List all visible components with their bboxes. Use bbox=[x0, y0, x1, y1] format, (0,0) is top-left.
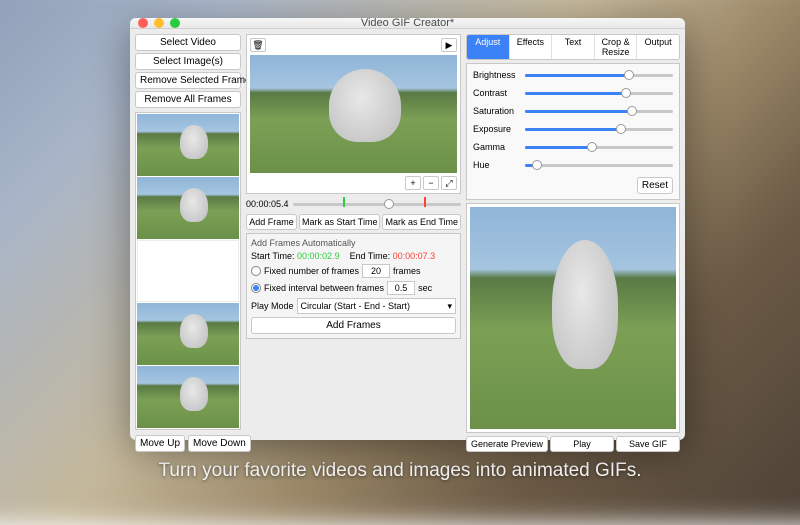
slider-label: Saturation bbox=[473, 106, 521, 116]
start-marker[interactable] bbox=[343, 197, 345, 207]
auto-frames-box: Add Frames Automatically Start Time: 00:… bbox=[246, 233, 461, 339]
titlebar[interactable]: Video GIF Creator* bbox=[130, 18, 685, 29]
frame-thumb[interactable] bbox=[137, 114, 239, 176]
gamma-slider[interactable] bbox=[525, 141, 673, 153]
zoom-in-icon[interactable]: + bbox=[405, 176, 421, 190]
end-time-value: 00:00:07.3 bbox=[393, 251, 436, 261]
frame-thumb[interactable] bbox=[137, 177, 239, 239]
tab-effects[interactable]: Effects bbox=[510, 35, 553, 59]
fixed-number-radio[interactable] bbox=[251, 266, 261, 276]
slider-label: Contrast bbox=[473, 88, 521, 98]
tab-text[interactable]: Text bbox=[552, 35, 595, 59]
move-down-button[interactable]: Move Down bbox=[188, 435, 251, 452]
adjust-panel: AdjustEffectsTextCrop & ResizeOutput Bri… bbox=[466, 34, 680, 452]
save-gif-button[interactable]: Save GIF bbox=[616, 436, 680, 452]
select-video-button[interactable]: Select Video bbox=[135, 34, 241, 51]
select-images-button[interactable]: Select Image(s) bbox=[135, 53, 241, 70]
add-frames-button[interactable]: Add Frames bbox=[251, 317, 456, 334]
tab-output[interactable]: Output bbox=[637, 35, 679, 59]
start-time-value: 00:00:02.9 bbox=[297, 251, 340, 261]
window-title: Video GIF Creator* bbox=[130, 17, 685, 29]
reset-button[interactable]: Reset bbox=[637, 177, 673, 194]
tab-adjust[interactable]: Adjust bbox=[467, 35, 510, 59]
exposure-slider[interactable] bbox=[525, 123, 673, 135]
play-mode-select[interactable]: Circular (Start - End - Start) ▾ bbox=[297, 298, 456, 314]
tagline: Turn your favorite videos and images int… bbox=[0, 460, 800, 482]
slider-label: Brightness bbox=[473, 70, 521, 80]
fixed-interval-radio[interactable] bbox=[251, 283, 261, 293]
zoom-out-icon[interactable]: − bbox=[423, 176, 439, 190]
editor-panel: 🗑 ▶ + − ⤢ 00:00:05.4 bbox=[246, 34, 461, 452]
zoom-icon[interactable] bbox=[170, 18, 180, 28]
mark-end-button[interactable]: Mark as End Time bbox=[382, 214, 461, 230]
generate-preview-button[interactable]: Generate Preview bbox=[466, 436, 548, 452]
remove-all-button[interactable]: Remove All Frames bbox=[135, 91, 241, 108]
add-frame-button[interactable]: Add Frame bbox=[246, 214, 297, 230]
sliders-box: Brightness Contrast Saturation Exposure Gamm… bbox=[466, 63, 680, 200]
frame-thumb[interactable] bbox=[137, 303, 239, 365]
slider-label: Hue bbox=[473, 160, 521, 170]
remove-selected-button[interactable]: Remove Selected Frame(s) bbox=[135, 72, 241, 89]
playhead[interactable] bbox=[384, 199, 394, 209]
brightness-slider[interactable] bbox=[525, 69, 673, 81]
fullscreen-icon[interactable]: ⤢ bbox=[441, 176, 457, 190]
video-preview[interactable] bbox=[250, 55, 457, 173]
frame-count-input[interactable] bbox=[362, 264, 390, 278]
video-preview-box: 🗑 ▶ + − ⤢ bbox=[246, 34, 461, 194]
frame-thumb[interactable] bbox=[137, 366, 239, 428]
saturation-slider[interactable] bbox=[525, 105, 673, 117]
timeline[interactable]: 00:00:05.4 bbox=[246, 197, 461, 211]
app-window: Video GIF Creator* Select Video Select I… bbox=[130, 18, 685, 440]
play-icon[interactable]: ▶ bbox=[441, 38, 457, 52]
chevron-down-icon: ▾ bbox=[447, 301, 452, 312]
auto-frames-title: Add Frames Automatically bbox=[251, 238, 456, 248]
play-button[interactable]: Play bbox=[550, 436, 614, 452]
interval-input[interactable] bbox=[387, 281, 415, 295]
tab-crop-resize[interactable]: Crop & Resize bbox=[595, 35, 638, 59]
frames-panel: Select Video Select Image(s) Remove Sele… bbox=[135, 34, 241, 452]
close-icon[interactable] bbox=[138, 18, 148, 28]
tabs: AdjustEffectsTextCrop & ResizeOutput bbox=[466, 34, 680, 60]
frame-list[interactable] bbox=[135, 112, 241, 430]
contrast-slider[interactable] bbox=[525, 87, 673, 99]
current-time-label: 00:00:05.4 bbox=[246, 199, 289, 209]
end-marker[interactable] bbox=[424, 197, 426, 207]
hue-slider[interactable] bbox=[525, 159, 673, 171]
slider-label: Exposure bbox=[473, 124, 521, 134]
mark-start-button[interactable]: Mark as Start Time bbox=[299, 214, 381, 230]
output-preview bbox=[466, 203, 680, 433]
trash-icon[interactable]: 🗑 bbox=[250, 38, 266, 52]
minimize-icon[interactable] bbox=[154, 18, 164, 28]
frame-thumb[interactable] bbox=[137, 240, 239, 302]
slider-label: Gamma bbox=[473, 142, 521, 152]
move-up-button[interactable]: Move Up bbox=[135, 435, 185, 452]
